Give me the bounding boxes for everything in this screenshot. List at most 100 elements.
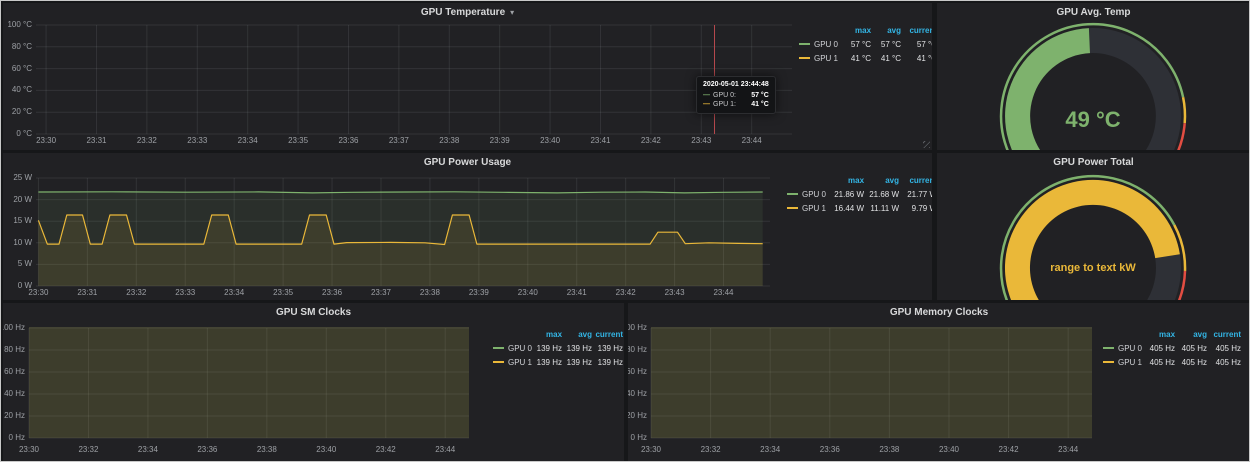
y-axis-label: 20 Hz [4, 412, 25, 420]
legend-series-name[interactable]: GPU 1 [1103, 358, 1142, 367]
panel-gpu-sm-clocks: GPU SM Clocks 100 Hz80 Hz60 Hz40 Hz20 Hz… [3, 303, 624, 461]
legend-series-name[interactable]: GPU 1 [799, 54, 838, 63]
y-axis-label: 0 Hz [631, 434, 647, 442]
gauge-value: 49 °C [1065, 107, 1120, 133]
legend-series-name[interactable]: GPU 1 [787, 204, 826, 213]
x-axis-label: 23:33 [175, 289, 195, 297]
x-axis-label: 23:44 [713, 289, 733, 297]
x-axis-label: 23:44 [1058, 446, 1078, 454]
legend-header-max[interactable]: max [826, 176, 864, 185]
legend-value: 139 Hz [532, 358, 562, 367]
legend-series-name[interactable]: GPU 0 [787, 190, 826, 199]
x-axis-label: 23:34 [238, 137, 258, 145]
chart-gpu-sm-clocks[interactable]: 100 Hz80 Hz60 Hz40 Hz20 Hz0 Hz23:3023:32… [3, 303, 624, 461]
legend-value: 21.86 W [826, 190, 864, 199]
x-axis-label: 23:40 [939, 446, 959, 454]
x-axis-label: 23:38 [257, 446, 277, 454]
chevron-down-icon: ▾ [510, 8, 514, 17]
legend-header-avg[interactable]: avg [871, 26, 901, 35]
x-axis-label: 23:35 [273, 289, 293, 297]
x-axis-label: 23:40 [316, 446, 336, 454]
legend-header-avg[interactable]: avg [864, 176, 899, 185]
x-axis-label: 23:38 [420, 289, 440, 297]
y-axis-label: 60 °C [12, 65, 32, 73]
graph-tooltip: 2020-05-01 23:44:48 — GPU 0: 57 °C — GPU… [696, 76, 776, 114]
panel-title[interactable]: GPU Memory Clocks [890, 307, 988, 318]
legend-header-current[interactable]: current [592, 330, 623, 339]
series-dash-icon [787, 207, 798, 209]
legend-header-current[interactable]: current [899, 176, 932, 185]
y-axis-label: 80 °C [12, 43, 32, 51]
x-axis-label: 23:32 [137, 137, 157, 145]
tooltip-timestamp: 2020-05-01 23:44:48 [703, 80, 769, 89]
legend-value: 405 Hz [1207, 344, 1241, 353]
legend-table: maxavgcurrentGPU 0405 Hz405 Hz405 HzGPU … [1103, 327, 1237, 369]
gauge-value: range to text kW [1050, 262, 1136, 274]
y-axis-label: 40 °C [12, 86, 32, 94]
panel-header-gpu-power-total[interactable]: GPU Power Total [937, 153, 1250, 171]
legend-table: maxavgcurrentGPU 0139 Hz139 Hz139 HzGPU … [493, 327, 614, 369]
y-axis-label: 80 Hz [628, 346, 647, 354]
legend-value: 9.79 W [899, 204, 932, 213]
x-axis-label: 23:30 [28, 289, 48, 297]
x-axis-label: 23:40 [518, 289, 538, 297]
series-dash-icon [493, 347, 504, 349]
x-axis-label: 23:30 [36, 137, 56, 145]
legend-table: maxavgcurrentGPU 057 °C57 °C57 °CGPU 141… [799, 23, 930, 65]
x-axis-label: 23:41 [590, 137, 610, 145]
panel-header-gpu-sm-clocks[interactable]: GPU SM Clocks [3, 303, 624, 321]
legend-header-avg[interactable]: avg [1175, 330, 1207, 339]
x-axis-label: 23:34 [138, 446, 158, 454]
panel-header-gpu-power-usage[interactable]: GPU Power Usage [3, 153, 932, 171]
legend-value: 41 °C [901, 54, 932, 63]
y-axis-label: 0 °C [16, 130, 32, 138]
x-axis-label: 23:32 [701, 446, 721, 454]
chart-canvas [3, 3, 932, 150]
legend-series-name[interactable]: GPU 0 [493, 344, 532, 353]
panel-title[interactable]: GPU Power Total [1053, 157, 1133, 168]
legend-header-current[interactable]: current [901, 26, 932, 35]
x-axis-label: 23:42 [376, 446, 396, 454]
legend-header-max[interactable]: max [1142, 330, 1175, 339]
x-axis-label: 23:41 [567, 289, 587, 297]
legend-header-max[interactable]: max [532, 330, 562, 339]
panel-resize-handle[interactable] [923, 141, 930, 148]
y-axis-label: 10 W [13, 239, 32, 247]
x-axis-label: 23:42 [999, 446, 1019, 454]
panel-title[interactable]: GPU Power Usage [424, 157, 511, 168]
y-axis-label: 100 Hz [628, 324, 647, 332]
y-axis-label: 0 Hz [9, 434, 25, 442]
panel-title[interactable]: GPU Temperature [421, 7, 505, 18]
chart-gpu-temperature[interactable]: 100 °C80 °C60 °C40 °C20 °C0 °C23:3023:31… [3, 3, 932, 150]
y-axis-label: 20 Hz [628, 412, 647, 420]
chart-gpu-power-usage[interactable]: 25 W20 W15 W10 W5 W0 W23:3023:3123:3223:… [3, 153, 932, 300]
panel-header-gpu-memory-clocks[interactable]: GPU Memory Clocks [628, 303, 1250, 321]
legend-value: 405 Hz [1142, 344, 1175, 353]
y-axis-label: 80 Hz [4, 346, 25, 354]
legend-header-current[interactable]: current [1207, 330, 1241, 339]
y-axis-label: 60 Hz [4, 368, 25, 376]
legend-header-max[interactable]: max [838, 26, 871, 35]
legend-value: 139 Hz [532, 344, 562, 353]
legend-value: 57 °C [838, 40, 871, 49]
gauge-arc [937, 153, 1250, 300]
panel-header-gpu-temperature[interactable]: GPU Temperature ▾ [3, 3, 932, 21]
tooltip-series-value: 57 °C [751, 91, 769, 100]
panel-header-gpu-avg-temp[interactable]: GPU Avg. Temp [937, 3, 1250, 21]
x-axis-label: 23:36 [197, 446, 217, 454]
series-dash-icon [799, 43, 810, 45]
panel-gpu-temperature: GPU Temperature ▾ 100 °C80 °C60 °C40 °C2… [3, 3, 932, 150]
y-axis-label: 15 W [13, 217, 32, 225]
legend-value: 139 Hz [562, 358, 592, 367]
legend-series-name[interactable]: GPU 1 [493, 358, 532, 367]
legend-series-name[interactable]: GPU 0 [799, 40, 838, 49]
panel-title[interactable]: GPU Avg. Temp [1056, 7, 1130, 18]
gauge-gpu-power-total [937, 153, 1250, 300]
legend-value: 57 °C [901, 40, 932, 49]
x-axis-label: 23:38 [439, 137, 459, 145]
legend-header-avg[interactable]: avg [562, 330, 592, 339]
panel-title[interactable]: GPU SM Clocks [276, 307, 351, 318]
legend-series-name[interactable]: GPU 0 [1103, 344, 1142, 353]
x-axis-label: 23:39 [490, 137, 510, 145]
chart-gpu-memory-clocks[interactable]: 100 Hz80 Hz60 Hz40 Hz20 Hz0 Hz23:3023:32… [628, 303, 1250, 461]
